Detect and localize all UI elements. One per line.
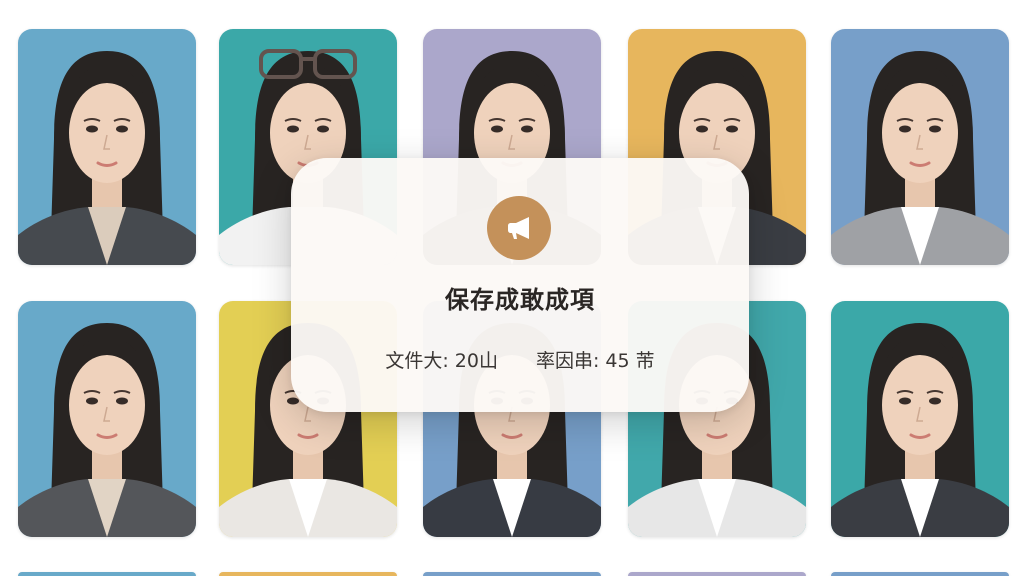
megaphone-icon (487, 196, 551, 260)
save-success-toast: 保存成敢成項 文件大: 20山 率因串: 45 芾 (291, 158, 749, 412)
toast-meta: 文件大: 20山 率因串: 45 芾 (291, 346, 749, 373)
ratio-text: 率因串: 45 芾 (535, 350, 655, 372)
file-size-text: 文件大: 20山 (385, 350, 498, 372)
toast-title: 保存成敢成項 (445, 286, 595, 314)
